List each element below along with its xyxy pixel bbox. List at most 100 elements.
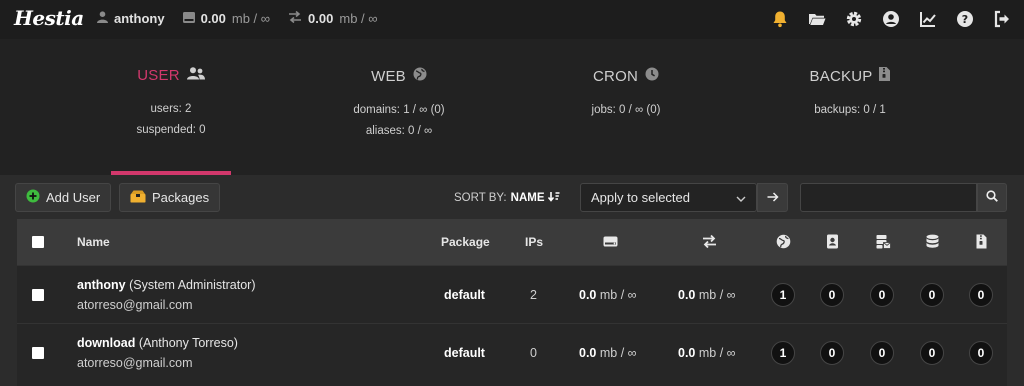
user-name[interactable]: download (Anthony Torreso)	[77, 336, 238, 350]
table-row: anthony (System Administrator) atorreso@…	[17, 265, 1007, 323]
globe-icon	[774, 232, 792, 250]
help-icon[interactable]: ?	[955, 9, 975, 29]
apply-button[interactable]	[757, 183, 788, 212]
bulk-action-value: Apply to selected	[591, 190, 691, 205]
users-count: users: 2	[150, 103, 192, 115]
user-tab-title: USER	[137, 67, 180, 84]
user-package: default	[444, 288, 485, 302]
dns-domains-badge: 0	[820, 341, 844, 365]
cron-tab-title: CRON	[593, 67, 638, 85]
bandwidth-usage-unit: mb / ∞	[339, 11, 378, 26]
bandwidth-usage-value: 0.0	[678, 288, 696, 302]
column-ips[interactable]: IPs	[525, 235, 543, 249]
user-fullname: (Anthony Torreso)	[138, 336, 238, 350]
top-actions: ?	[770, 9, 1012, 29]
gear-icon[interactable]	[844, 9, 864, 29]
select-all-checkbox[interactable]	[32, 236, 44, 248]
user-ips: 2	[530, 288, 537, 302]
user-package: default	[444, 346, 485, 360]
search-input[interactable]	[800, 183, 977, 212]
suspended-count: suspended: 0	[136, 124, 206, 136]
bandwidth-usage-unit: mb / ∞	[698, 288, 736, 302]
user-bandwidth-usage: 0.0 mb / ∞	[678, 288, 736, 302]
databases-badge: 0	[920, 341, 944, 365]
username[interactable]: anthony	[77, 278, 126, 292]
search-icon	[986, 190, 998, 205]
account-summary: anthony 0.00 mb / ∞ 0.00 mb / ∞	[97, 10, 378, 26]
disk-usage-value: 0.0	[579, 288, 597, 302]
toolbar: Add User Packages SORT BY: NAME Apply to …	[0, 175, 1024, 219]
user-cell: anthony (System Administrator) atorreso@…	[77, 278, 256, 312]
user-disk-usage: 0.0 mb / ∞	[579, 346, 637, 360]
web-tab-title: WEB	[371, 67, 406, 85]
bell-icon[interactable]	[770, 9, 790, 29]
table-header: Name Package IPs	[17, 219, 1007, 265]
mail-domains-badge: 0	[870, 341, 894, 365]
row-checkbox[interactable]	[32, 289, 44, 301]
username[interactable]: download	[77, 336, 135, 350]
column-package[interactable]: Package	[441, 235, 490, 249]
user-email: atorreso@gmail.com	[77, 298, 193, 312]
user-ips: 0	[530, 346, 537, 360]
add-user-button[interactable]: Add User	[15, 183, 112, 212]
sort-by-label: SORT BY:	[454, 192, 507, 204]
tab-web[interactable]: WEB domains: 1 / ∞ (0) aliases: 0 / ∞	[329, 67, 469, 142]
backup-file-icon	[972, 232, 990, 250]
folder-icon[interactable]	[807, 9, 827, 29]
user-fullname: (System Administrator)	[129, 278, 256, 292]
table-row: download (Anthony Torreso) atorreso@gmai…	[17, 323, 1007, 381]
top-navigation-bar: Hestia anthony 0.00 mb / ∞ 0.00 mb / ∞ ?	[0, 0, 1024, 39]
disk-usage-value: 0.0	[579, 346, 597, 360]
arrow-right-icon	[767, 191, 779, 205]
tab-user[interactable]: USER users: 2 suspended: 0	[101, 67, 241, 141]
bandwidth-usage-unit: mb / ∞	[698, 346, 736, 360]
disk-icon	[182, 11, 195, 26]
user-email: atorreso@gmail.com	[77, 356, 193, 370]
add-user-label: Add User	[46, 190, 101, 205]
mail-domains-badge: 0	[870, 283, 894, 307]
column-name[interactable]: Name	[77, 235, 110, 249]
backup-tab-title: BACKUP	[809, 67, 873, 85]
bandwidth-icon	[700, 232, 718, 250]
domains-count: domains: 1 / ∞ (0)	[353, 104, 445, 116]
user-bandwidth-usage: 0.0 mb / ∞	[678, 346, 736, 360]
database-icon	[923, 232, 941, 250]
users-table: Name Package IPs anthony (System Adminis…	[17, 219, 1007, 386]
user-name[interactable]: anthony (System Administrator)	[77, 278, 256, 292]
databases-badge: 0	[920, 283, 944, 307]
aliases-count: aliases: 0 / ∞	[365, 125, 433, 137]
backups-count: backups: 0 / 1	[814, 104, 886, 116]
file-archive-icon	[879, 67, 891, 85]
disk-usage-value: 0.00	[200, 11, 226, 26]
backups-badge: 0	[969, 341, 993, 365]
disk-usage-unit: mb / ∞	[599, 346, 637, 360]
tab-backup[interactable]: BACKUP backups: 0 / 1	[780, 67, 920, 121]
backups-badge: 0	[969, 283, 993, 307]
web-domains-badge: 1	[771, 283, 795, 307]
address-book-icon	[823, 232, 841, 250]
packages-button[interactable]: Packages	[119, 183, 221, 212]
hestia-logo[interactable]: Hestia	[14, 6, 84, 30]
jobs-count: jobs: 0 / ∞ (0)	[591, 104, 661, 116]
current-username[interactable]: anthony	[114, 11, 165, 26]
logout-icon[interactable]	[992, 9, 1012, 29]
clock-icon	[645, 67, 659, 85]
chart-icon[interactable]	[918, 9, 938, 29]
sort-by-value: NAME	[510, 192, 545, 204]
bulk-action-select[interactable]: Apply to selected	[580, 183, 757, 212]
bandwidth-usage-value: 0.0	[678, 346, 696, 360]
web-domains-badge: 1	[771, 341, 795, 365]
box-icon	[130, 190, 146, 206]
user-circle-icon[interactable]	[881, 9, 901, 29]
disk-usage-unit: mb / ∞	[599, 288, 637, 302]
search-button[interactable]	[977, 183, 1007, 212]
users-icon	[186, 67, 205, 84]
packages-label: Packages	[152, 190, 210, 205]
sort-by-control[interactable]: SORT BY: NAME	[454, 192, 560, 204]
bandwidth-usage-value: 0.00	[308, 11, 334, 26]
row-checkbox[interactable]	[32, 347, 44, 359]
tab-cron[interactable]: CRON jobs: 0 / ∞ (0)	[556, 67, 696, 121]
bandwidth-icon	[288, 10, 302, 26]
globe-icon	[413, 67, 427, 85]
disk-usage-unit: mb / ∞	[231, 11, 271, 26]
